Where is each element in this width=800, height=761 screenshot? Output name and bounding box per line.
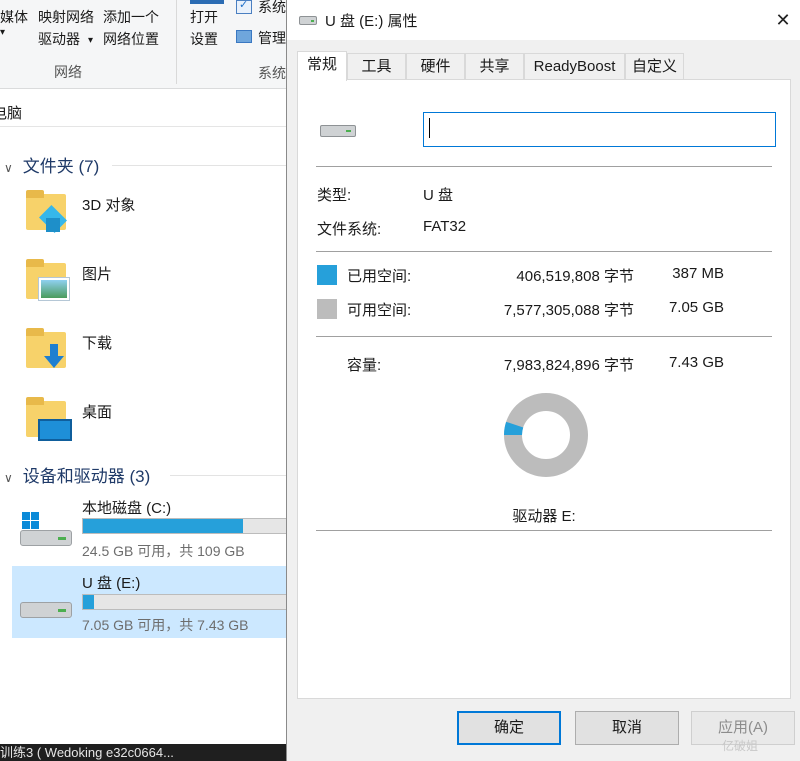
tab-customize[interactable]: 自定义 <box>625 53 684 79</box>
divider <box>316 336 772 337</box>
folders-section-label: 文件夹 (7) <box>22 157 100 176</box>
type-label: 类型: <box>317 187 352 204</box>
chevron-down-icon: ∨ <box>4 471 13 485</box>
open-settings-button-line1[interactable]: 打开 <box>190 6 218 28</box>
chevron-down-icon: ∨ <box>4 161 13 175</box>
drive-e-item[interactable]: U 盘 (E:) 7.05 GB 可用，共 7.43 GB <box>12 566 290 638</box>
drive-name: 本地磁盘 (C:) <box>82 500 172 517</box>
used-space-bytes: 406,519,808 字节 <box>516 268 634 285</box>
used-space-size: 387 MB <box>672 265 724 282</box>
ok-button[interactable]: 确定 <box>457 711 561 745</box>
pictures-folder-icon <box>26 259 72 303</box>
section-divider <box>170 475 290 476</box>
3d-objects-folder-icon <box>26 190 72 234</box>
donut-free-segment <box>504 393 588 477</box>
drive-usage-fill <box>83 595 94 609</box>
capacity-size: 7.43 GB <box>668 354 724 371</box>
text-caret <box>429 118 430 138</box>
system-properties-icon: ✓ <box>236 0 252 14</box>
watermark-text: 亿破姐 <box>722 739 759 753</box>
downloads-folder-icon <box>26 328 72 372</box>
system-properties-button[interactable]: 系统 <box>258 0 286 18</box>
ribbon: 媒体 ▾ 映射网络 驱动器 ▾ 添加一个 网络位置 打开 设置 ✓ 系统 管理 … <box>0 0 290 89</box>
drive-name: U 盘 (E:) <box>82 575 141 592</box>
devices-section-label: 设备和驱动器 (3) <box>22 467 151 486</box>
address-bar[interactable]: 电脑 <box>0 96 290 127</box>
open-settings-button-line2[interactable]: 设置 <box>190 28 218 50</box>
windows-drive-icon <box>20 512 72 548</box>
title-bar[interactable]: U 盘 (E:) 属性 ✕ <box>287 0 800 40</box>
chevron-down-icon: ▾ <box>88 35 94 46</box>
drive-properties-dialog: U 盘 (E:) 属性 ✕ 常规 工具 硬件 共享 ReadyBoost 自定义… <box>286 0 800 761</box>
tab-tools[interactable]: 工具 <box>347 53 406 79</box>
add-network-location-line1[interactable]: 添加一个 <box>103 6 159 28</box>
open-settings-icon <box>190 0 224 4</box>
tab-general[interactable]: 常规 <box>297 51 347 81</box>
add-network-location-line2[interactable]: 网络位置 <box>103 28 159 50</box>
folder-label: 桌面 <box>82 404 113 421</box>
drive-usage-bar <box>82 518 290 534</box>
list-item[interactable]: 图片 <box>20 253 290 313</box>
divider <box>316 166 772 167</box>
usb-drive-icon <box>20 596 72 620</box>
map-drive-button-line2[interactable]: 驱动器 <box>38 28 80 50</box>
list-item[interactable]: 下载 <box>20 322 290 382</box>
tab-readyboost[interactable]: ReadyBoost <box>524 53 625 79</box>
taskbar-text: 训练3 ( Wedoking e32c0664... <box>0 745 174 760</box>
folders-section-header[interactable]: ∨ 文件夹 (7) <box>4 152 99 177</box>
manage-computer-icon <box>236 30 252 43</box>
drive-usage-bar <box>82 594 290 610</box>
map-drive-button-line1[interactable]: 映射网络 <box>38 6 94 28</box>
close-button[interactable]: ✕ <box>771 8 795 32</box>
folder-label: 3D 对象 <box>82 197 136 214</box>
folder-label: 下载 <box>82 335 113 352</box>
free-space-label: 可用空间: <box>347 302 412 319</box>
address-text: 电脑 <box>0 105 23 122</box>
capacity-label: 容量: <box>347 357 382 374</box>
divider <box>316 530 772 531</box>
ribbon-group-network: 网络 <box>54 64 82 80</box>
volume-name-input[interactable] <box>423 112 776 147</box>
chevron-down-icon: ▾ <box>0 27 6 38</box>
drive-usage-fill <box>83 519 243 533</box>
drive-free-text: 24.5 GB 可用，共 109 GB <box>82 543 245 559</box>
type-value: U 盘 <box>423 187 454 204</box>
divider <box>316 251 772 252</box>
folder-label: 图片 <box>82 266 113 283</box>
filesystem-label: 文件系统: <box>317 221 382 238</box>
drive-c-item[interactable]: 本地磁盘 (C:) 24.5 GB 可用，共 109 GB <box>12 490 290 562</box>
used-space-swatch <box>317 265 337 285</box>
usb-drive-icon <box>299 16 317 25</box>
usage-donut-chart <box>504 393 588 477</box>
general-tab-panel: 类型: U 盘 文件系统: FAT32 已用空间: 406,519,808 字节… <box>297 79 791 699</box>
free-space-bytes: 7,577,305,088 字节 <box>503 302 634 319</box>
used-space-label: 已用空间: <box>347 268 412 285</box>
filesystem-value: FAT32 <box>423 218 467 235</box>
cancel-button[interactable]: 取消 <box>575 711 679 745</box>
usb-drive-icon <box>320 123 356 137</box>
free-space-size: 7.05 GB <box>668 299 724 316</box>
list-item[interactable]: 3D 对象 <box>20 184 290 244</box>
tab-sharing[interactable]: 共享 <box>465 53 524 79</box>
section-divider <box>112 165 290 166</box>
drive-letter-label: 驱动器 E: <box>512 508 576 525</box>
desktop-folder-icon <box>26 397 72 441</box>
file-explorer-window: 媒体 ▾ 映射网络 驱动器 ▾ 添加一个 网络位置 打开 设置 ✓ 系统 管理 … <box>0 0 290 761</box>
dialog-title: U 盘 (E:) 属性 <box>325 13 418 30</box>
free-space-swatch <box>317 299 337 319</box>
devices-section-header[interactable]: ∨ 设备和驱动器 (3) <box>4 462 150 487</box>
ribbon-separator <box>176 0 177 84</box>
capacity-bytes: 7,983,824,896 字节 <box>503 357 634 374</box>
ribbon-group-system: 系统 <box>258 65 286 81</box>
manage-button[interactable]: 管理 <box>258 27 286 49</box>
drive-free-text: 7.05 GB 可用，共 7.43 GB <box>82 617 249 633</box>
tab-hardware[interactable]: 硬件 <box>406 53 465 79</box>
list-item[interactable]: 桌面 <box>20 391 290 451</box>
taskbar-strip[interactable]: 训练3 ( Wedoking e32c0664... <box>0 744 290 761</box>
close-icon: ✕ <box>775 10 791 30</box>
